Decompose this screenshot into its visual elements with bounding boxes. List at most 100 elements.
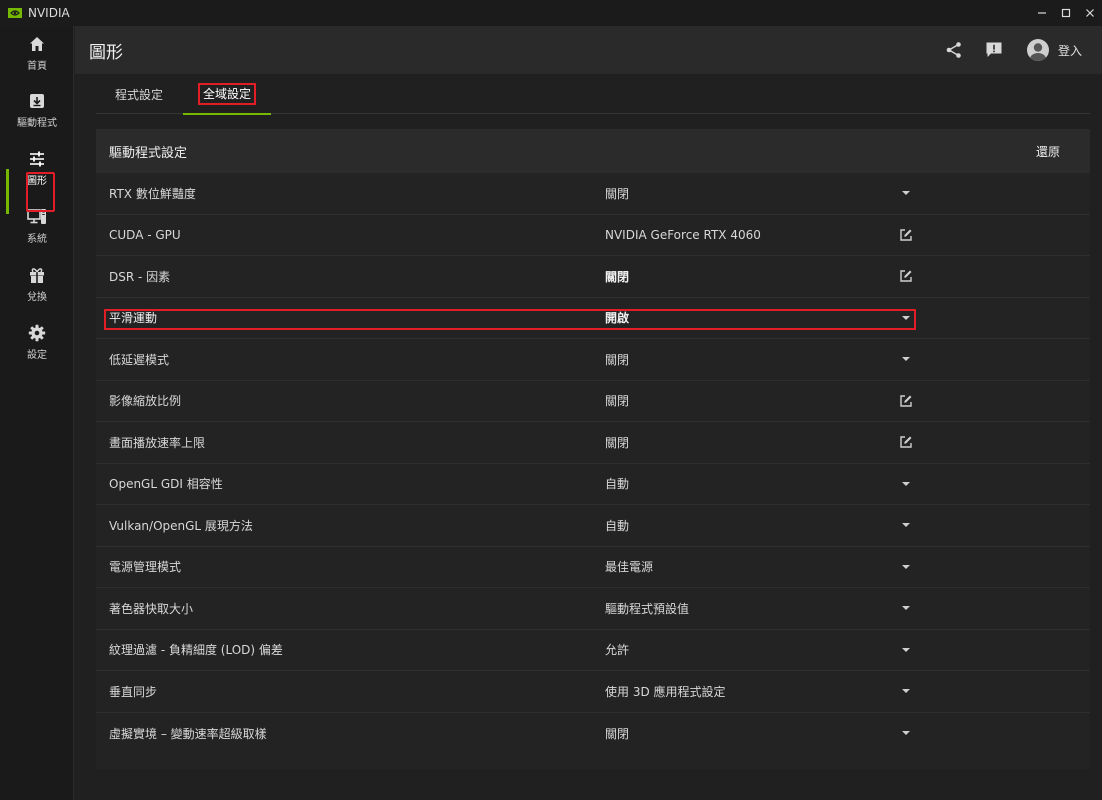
sliders-icon <box>27 149 47 169</box>
settings-list: RTX 數位鮮豔度 關閉 CUDA - GPU NVIDIA GeForce RTX … <box>96 173 1090 754</box>
annotation-highlight-box <box>104 308 916 330</box>
setting-label: 紋理過濾 - 負精細度 (LOD) 偏差 <box>109 643 283 658</box>
setting-row[interactable]: 低延遲模式 關閉 <box>96 339 1090 381</box>
setting-label: 低延遲模式 <box>109 352 170 367</box>
sidebar: 首頁 驅動程式 圖形 系統 兌換 設定 <box>0 26 74 800</box>
edit-icon[interactable] <box>896 268 916 284</box>
setting-row[interactable]: 著色器快取大小 驅動程式預設值 <box>96 588 1090 630</box>
gift-icon <box>27 265 47 285</box>
setting-value[interactable]: 最佳電源 <box>605 558 653 575</box>
page-title: 圖形 <box>89 42 123 63</box>
setting-value[interactable]: 開啟 <box>605 309 629 326</box>
close-button[interactable] <box>1078 0 1102 26</box>
active-indicator <box>6 169 9 214</box>
setting-label: 電源管理模式 <box>109 560 182 575</box>
maximize-button[interactable] <box>1054 0 1078 26</box>
header-actions: 登入 <box>925 26 1082 74</box>
chevron-down-icon[interactable] <box>896 476 916 492</box>
setting-row[interactable]: DSR - 因素 關閉 <box>96 256 1090 298</box>
tab-global-settings[interactable]: 全域設定 <box>183 74 271 115</box>
setting-value[interactable]: 自動 <box>605 475 629 492</box>
setting-value[interactable]: 關閉 <box>605 725 629 742</box>
sidebar-item-label: 設定 <box>27 350 47 361</box>
app-name: NVIDIA <box>28 6 70 20</box>
feedback-icon[interactable] <box>983 39 1005 61</box>
chevron-down-icon[interactable] <box>896 185 916 201</box>
setting-label: 垂直同步 <box>109 684 158 699</box>
setting-row[interactable]: 垂直同步 使用 3D 應用程式設定 <box>96 671 1090 713</box>
panel-title: 驅動程式設定 <box>109 145 188 161</box>
home-icon <box>27 34 47 54</box>
window-controls <box>1030 0 1102 26</box>
chevron-down-icon[interactable] <box>896 725 916 741</box>
chevron-down-icon[interactable] <box>896 351 916 367</box>
page-header: 圖形 登入 <box>75 26 1102 74</box>
nvidia-app-window: NVIDIA 首頁 驅動程式 圖形 系統 兌換 設定 圖形 登入 程式設定 全域… <box>0 0 1102 800</box>
setting-row[interactable]: RTX 數位鮮豔度 關閉 <box>96 173 1090 215</box>
setting-value[interactable]: 關閉 <box>605 351 629 368</box>
restore-button[interactable]: 還原 <box>1036 129 1060 173</box>
setting-value[interactable]: 驅動程式預設值 <box>605 600 689 617</box>
setting-value[interactable]: NVIDIA GeForce RTX 4060 <box>605 228 761 242</box>
title-bar: NVIDIA <box>0 0 1102 26</box>
setting-value[interactable]: 關閉 <box>605 392 629 409</box>
minimize-button[interactable] <box>1030 0 1054 26</box>
gear-icon <box>27 323 47 343</box>
driver-settings-panel: 驅動程式設定 還原 RTX 數位鮮豔度 關閉 CUDA - GPU NVIDIA Ge… <box>96 129 1090 769</box>
setting-row[interactable]: 紋理過濾 - 負精細度 (LOD) 偏差 允許 <box>96 630 1090 671</box>
setting-row[interactable]: OpenGL GDI 相容性 自動 <box>96 464 1090 505</box>
chevron-down-icon[interactable] <box>896 559 916 575</box>
setting-label: 虛擬實境 – 變動速率超級取樣 <box>109 726 267 741</box>
tab-program-settings[interactable]: 程式設定 <box>96 74 182 114</box>
sidebar-item-redeem[interactable]: 兌換 <box>0 257 74 311</box>
setting-label: 平滑運動 <box>109 311 158 326</box>
setting-value[interactable]: 自動 <box>605 517 629 534</box>
setting-label: CUDA - GPU <box>109 227 181 242</box>
login-button[interactable]: 登入 <box>1058 42 1082 59</box>
setting-label: OpenGL GDI 相容性 <box>109 477 223 492</box>
sidebar-item-label: 系統 <box>27 234 47 245</box>
edit-icon[interactable] <box>896 227 916 243</box>
sidebar-item-label: 首頁 <box>27 61 47 72</box>
sidebar-item-home[interactable]: 首頁 <box>0 26 74 80</box>
chevron-down-icon[interactable] <box>896 642 916 658</box>
setting-row[interactable]: CUDA - GPU NVIDIA GeForce RTX 4060 <box>96 215 1090 256</box>
tab-label: 程式設定 <box>114 87 163 102</box>
setting-value[interactable]: 關閉 <box>605 434 629 451</box>
active-tab-underline <box>183 113 271 115</box>
setting-label: 畫面播放速率上限 <box>109 435 206 450</box>
setting-label: RTX 數位鮮豔度 <box>109 186 196 201</box>
chevron-down-icon[interactable] <box>896 517 916 533</box>
close-icon <box>1086 9 1094 17</box>
share-icon[interactable] <box>943 39 965 61</box>
setting-row[interactable]: 畫面播放速率上限 關閉 <box>96 422 1090 464</box>
setting-row[interactable]: 電源管理模式 最佳電源 <box>96 547 1090 588</box>
driver-download-icon <box>27 91 47 111</box>
edit-icon[interactable] <box>896 434 916 450</box>
setting-value[interactable]: 關閉 <box>605 185 629 202</box>
panel-header: 驅動程式設定 還原 <box>96 129 1090 173</box>
setting-value[interactable]: 使用 3D 應用程式設定 <box>605 683 726 700</box>
setting-row[interactable]: Vulkan/OpenGL 展現方法 自動 <box>96 505 1090 547</box>
sidebar-item-drivers[interactable]: 驅動程式 <box>0 83 74 137</box>
avatar[interactable] <box>1026 39 1049 61</box>
setting-row[interactable]: 虛擬實境 – 變動速率超級取樣 關閉 <box>96 713 1090 755</box>
chevron-down-icon[interactable] <box>896 600 916 616</box>
setting-row[interactable]: 平滑運動 開啟 <box>96 298 1090 339</box>
minimize-icon <box>1038 12 1046 14</box>
edit-icon[interactable] <box>896 393 916 409</box>
sidebar-item-label: 驅動程式 <box>17 118 57 129</box>
sidebar-item-label: 兌換 <box>27 292 47 303</box>
maximize-icon <box>1061 8 1071 18</box>
setting-label: 影像縮放比例 <box>109 394 182 409</box>
user-icon <box>1029 43 1046 61</box>
setting-value[interactable]: 允許 <box>605 641 629 658</box>
setting-label: 著色器快取大小 <box>109 601 194 616</box>
setting-label: Vulkan/OpenGL 展現方法 <box>109 518 253 533</box>
chevron-down-icon[interactable] <box>896 683 916 699</box>
setting-label: DSR - 因素 <box>109 269 171 284</box>
sidebar-item-settings[interactable]: 設定 <box>0 315 74 369</box>
chevron-down-icon[interactable] <box>896 310 916 326</box>
setting-row[interactable]: 影像縮放比例 關閉 <box>96 381 1090 422</box>
setting-value[interactable]: 關閉 <box>605 268 629 285</box>
